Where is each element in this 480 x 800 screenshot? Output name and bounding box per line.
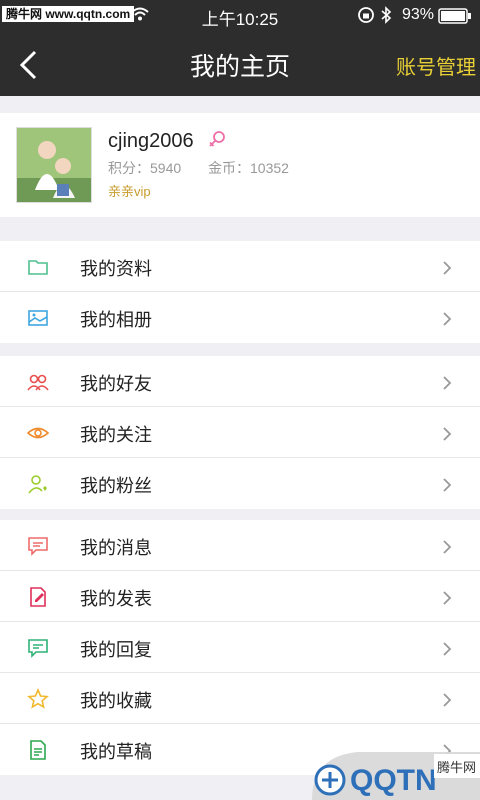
status-bar: 腾牛网 www.qqtn.com 上午10:25 93% bbox=[0, 0, 480, 30]
rotation-lock-icon bbox=[358, 7, 374, 23]
photo-icon bbox=[28, 310, 48, 326]
qqtn-watermark-logo: QQTN 腾牛网 bbox=[312, 752, 480, 800]
watermark-site-label: 腾牛网 bbox=[437, 760, 476, 775]
points-value: 积分：5940 bbox=[108, 160, 182, 176]
female-gender-icon bbox=[209, 131, 225, 147]
star-icon bbox=[27, 687, 49, 709]
menu-item-my-posts[interactable]: 我的发表 bbox=[0, 571, 480, 622]
account-management-button[interactable]: 账号管理 bbox=[396, 51, 476, 80]
menu-item-my-following[interactable]: 我的关注 bbox=[0, 407, 480, 458]
chevron-right-icon bbox=[443, 261, 452, 275]
chevron-right-icon bbox=[443, 591, 452, 605]
menu-group-profile: 我的资料 我的相册 bbox=[0, 241, 480, 343]
eye-icon bbox=[26, 427, 50, 439]
menu-item-label: 我的粉丝 bbox=[80, 476, 152, 496]
menu-item-my-favorites[interactable]: 我的收藏 bbox=[0, 673, 480, 724]
menu-item-label: 我的关注 bbox=[80, 425, 152, 445]
message-icon bbox=[28, 537, 48, 556]
menu-group-social: 我的好友 我的关注 我的粉丝 bbox=[0, 356, 480, 509]
reply-icon bbox=[28, 639, 48, 658]
menu-item-label: 我的回复 bbox=[80, 640, 152, 660]
chevron-right-icon bbox=[443, 312, 452, 326]
nav-bar: 我的主页 账号管理 bbox=[0, 30, 480, 96]
vip-level: 亲亲vip bbox=[108, 184, 151, 199]
menu-item-my-info[interactable]: 我的资料 bbox=[0, 241, 480, 292]
avatar-photo bbox=[17, 128, 91, 202]
menu-group-content: 我的消息 我的发表 我的回复 我的收藏 我的草稿 bbox=[0, 520, 480, 775]
username: cjing2006 bbox=[108, 130, 194, 152]
chevron-right-icon bbox=[443, 693, 452, 707]
chevron-right-icon bbox=[443, 642, 452, 656]
profile-card[interactable]: cjing2006 积分：5940 金币：10352 亲亲vip bbox=[0, 113, 480, 217]
watermark-logo-text: QQTN bbox=[350, 764, 437, 797]
menu-item-label: 我的收藏 bbox=[80, 691, 152, 711]
bluetooth-icon bbox=[381, 6, 392, 24]
menu-item-my-messages[interactable]: 我的消息 bbox=[0, 520, 480, 571]
chevron-right-icon bbox=[443, 376, 452, 390]
menu-item-label: 我的草稿 bbox=[80, 742, 152, 762]
menu-item-label: 我的发表 bbox=[80, 589, 152, 609]
menu-item-label: 我的资料 bbox=[80, 259, 152, 279]
gold-value: 金币：10352 bbox=[208, 160, 289, 176]
menu-item-my-album[interactable]: 我的相册 bbox=[0, 292, 480, 343]
avatar[interactable] bbox=[16, 127, 92, 203]
battery-icon bbox=[438, 8, 471, 24]
chevron-right-icon bbox=[443, 540, 452, 554]
friends-icon bbox=[27, 374, 49, 391]
menu-item-my-friends[interactable]: 我的好友 bbox=[0, 356, 480, 407]
menu-item-label: 我的相册 bbox=[80, 310, 152, 330]
menu-item-my-replies[interactable]: 我的回复 bbox=[0, 622, 480, 673]
folder-icon bbox=[28, 260, 48, 275]
menu-item-my-fans[interactable]: 我的粉丝 bbox=[0, 458, 480, 509]
menu-item-label: 我的好友 bbox=[80, 374, 152, 394]
chevron-right-icon bbox=[443, 478, 452, 492]
fans-icon bbox=[28, 475, 47, 494]
draft-icon bbox=[30, 740, 46, 760]
chevron-right-icon bbox=[443, 427, 452, 441]
menu-item-label: 我的消息 bbox=[80, 538, 152, 558]
battery-percent: 93% bbox=[402, 6, 435, 23]
post-icon bbox=[30, 587, 46, 607]
